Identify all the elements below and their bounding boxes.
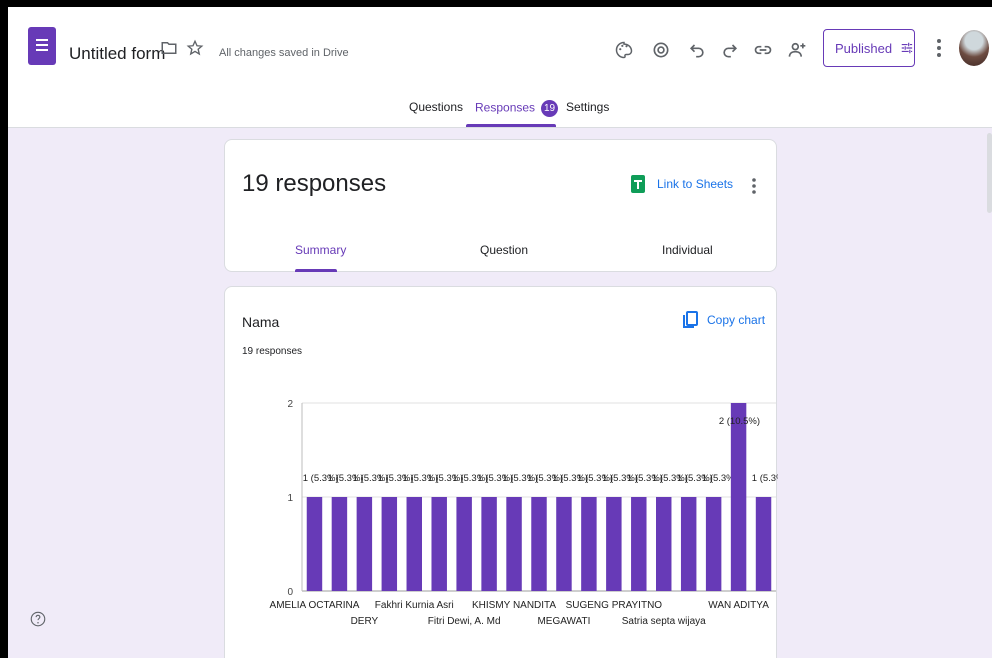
add-collaborator-icon[interactable] — [784, 37, 810, 63]
active-subtab-indicator — [295, 269, 337, 272]
responses-summary-card: 19 responses Link to Sheets Summary Ques… — [224, 139, 777, 272]
forms-logo-icon[interactable] — [28, 27, 56, 65]
category-label: Fakhri Kurnia Asri — [375, 600, 454, 611]
y-tick-label: 2 — [287, 399, 293, 410]
chart-bar — [406, 497, 422, 591]
chart-bar — [331, 497, 348, 591]
y-tick-label: 1 — [287, 493, 293, 504]
chart-bar — [306, 497, 323, 591]
category-label: Satria septa wijaya — [622, 616, 706, 627]
more-options-icon[interactable] — [931, 37, 947, 59]
preview-icon[interactable] — [648, 37, 674, 63]
chart-bar — [456, 497, 472, 591]
category-label: DERY — [351, 616, 379, 627]
chart-bar — [730, 403, 747, 591]
chart-bar — [680, 497, 697, 591]
redo-icon[interactable] — [717, 37, 743, 63]
chart-bar — [581, 497, 597, 591]
subtab-summary[interactable]: Summary — [295, 243, 346, 257]
category-label: KHISMY NANDITA — [472, 600, 556, 611]
chart-bar — [755, 497, 772, 591]
chart-bar — [381, 497, 398, 591]
star-icon[interactable] — [186, 39, 204, 57]
copy-chart-button[interactable]: Copy chart — [683, 311, 765, 329]
tab-questions[interactable]: Questions — [409, 100, 463, 114]
folder-icon[interactable] — [160, 39, 178, 57]
tab-settings[interactable]: Settings — [566, 100, 609, 114]
account-avatar[interactable] — [959, 30, 989, 66]
tab-responses[interactable]: Responses 19 — [475, 100, 559, 117]
save-status: All changes saved in Drive — [219, 47, 349, 59]
responses-bar-chart: 0121 (5.3%)1 (5.3%)1 (5.3%)1 (5.3%)1 (5.… — [270, 399, 778, 627]
chart-bar — [531, 497, 547, 591]
published-label: Published — [835, 40, 893, 56]
more-options-icon[interactable] — [746, 176, 762, 196]
tab-responses-label: Responses — [475, 100, 536, 115]
chart-bar — [556, 497, 572, 591]
link-to-sheets-button[interactable]: Link to Sheets — [631, 175, 733, 193]
sheets-icon — [631, 175, 645, 193]
chart-bar — [656, 497, 672, 591]
chart-bar — [431, 497, 447, 591]
chart-bar — [356, 497, 373, 591]
palette-icon[interactable] — [611, 37, 637, 63]
link-to-sheets-label: Link to Sheets — [657, 177, 734, 191]
responses-count-badge: 19 — [541, 100, 559, 117]
chart-bar — [705, 497, 722, 591]
category-label: MEGAWATI — [537, 616, 590, 627]
chart-bar — [606, 497, 622, 591]
question-response-count: 19 responses — [242, 346, 303, 357]
main-tabs: Questions Responses 19 Settings — [8, 97, 992, 127]
category-label: Fitri Dewi, A. Md — [428, 616, 501, 627]
app-window: Untitled form All changes saved in Drive… — [8, 7, 992, 658]
tune-icon — [901, 42, 913, 54]
subtab-question[interactable]: Question — [480, 243, 528, 257]
copy-icon — [683, 311, 698, 328]
copy-chart-label: Copy chart — [707, 313, 766, 327]
active-tab-indicator — [466, 124, 556, 127]
category-label: WAN ADITYA — [708, 600, 769, 611]
subtab-individual[interactable]: Individual — [662, 243, 713, 257]
link-icon[interactable] — [750, 37, 776, 63]
y-tick-label: 0 — [287, 587, 293, 598]
chart-bar — [481, 497, 497, 591]
category-label: AMELIA OCTARINA — [270, 600, 360, 611]
data-label: 1 (5.3% — [752, 473, 778, 484]
help-icon[interactable] — [29, 610, 47, 628]
category-label: SUGENG PRAYITNO — [566, 600, 663, 611]
responses-count-title: 19 responses — [242, 170, 387, 197]
form-header: Untitled form All changes saved in Drive… — [8, 7, 992, 128]
undo-icon[interactable] — [684, 37, 710, 63]
question-title: Nama — [242, 314, 280, 330]
form-title[interactable]: Untitled form — [69, 44, 165, 64]
question-summary-card: Nama 19 responses Copy chart 0121 (5.3%)… — [224, 286, 778, 658]
published-button[interactable]: Published — [823, 29, 915, 67]
chart-bar — [506, 497, 522, 591]
chart-bar — [631, 497, 647, 591]
scrollbar[interactable] — [987, 133, 992, 213]
data-label: 2 (10.5%) — [719, 416, 760, 427]
